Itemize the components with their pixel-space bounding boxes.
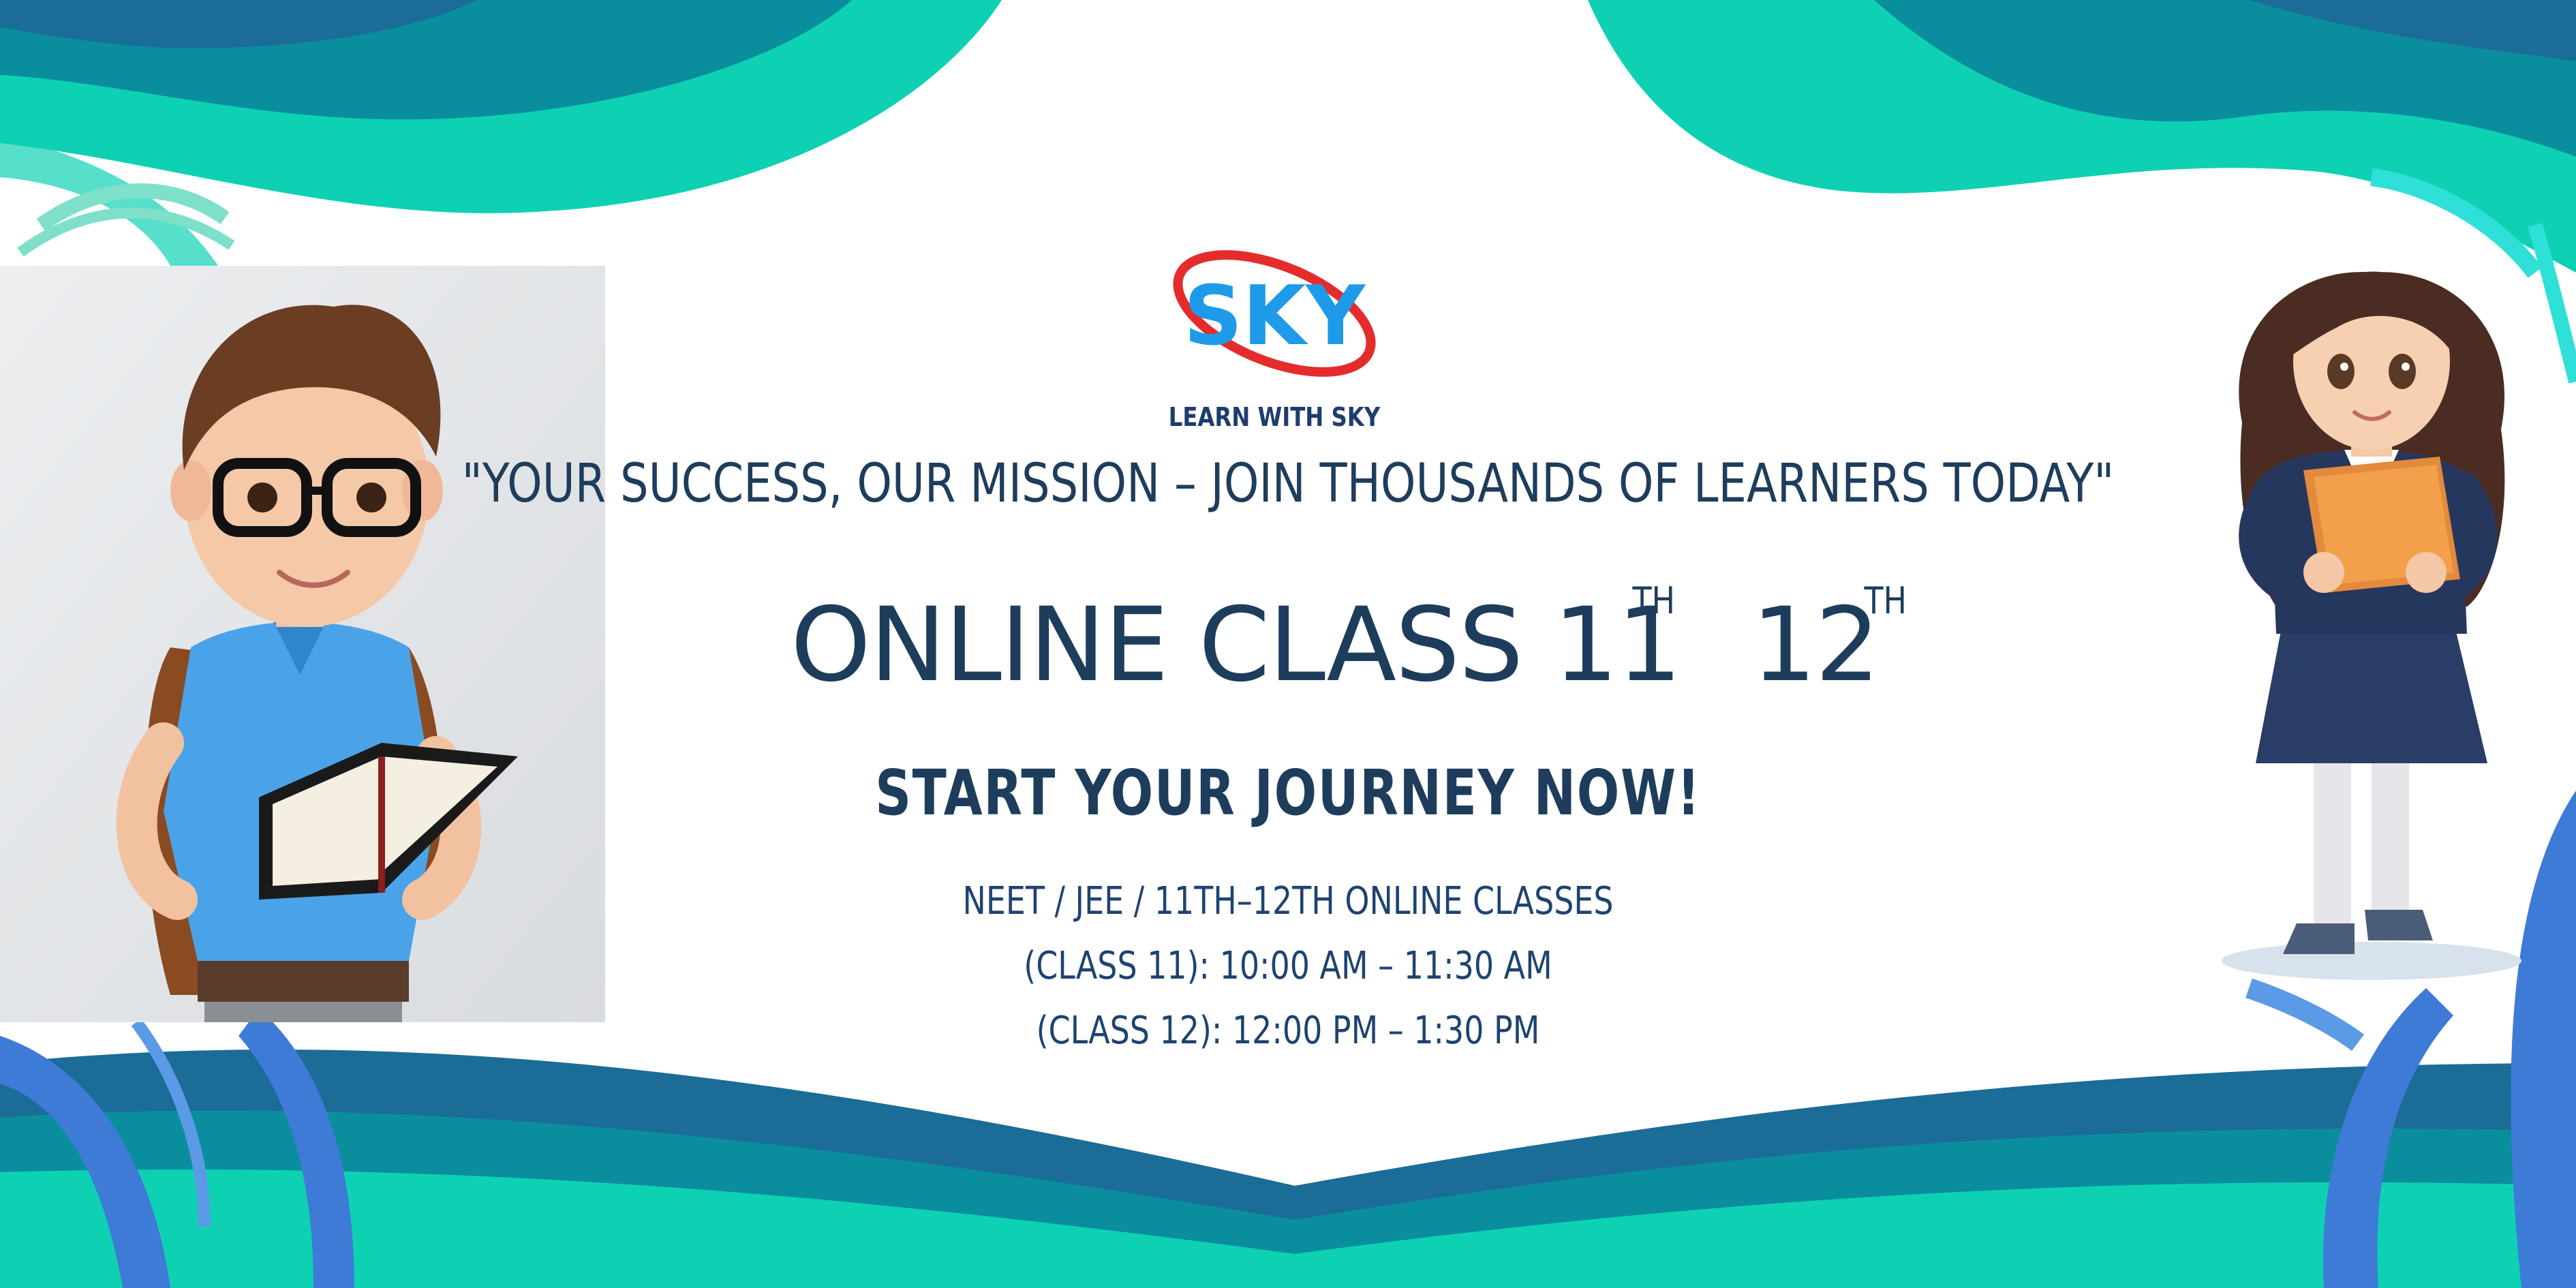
- girl-student-illustration: [2222, 271, 2521, 980]
- cta-text: START YOUR JOURNEY NOW!: [875, 756, 1701, 829]
- info-line-class-12-time: (CLASS 12): 12:00 PM – 1:30 PM: [1036, 1009, 1540, 1053]
- promo-banner: SKY LEARN WITH SKY "YOUR SUCCESS, OUR MI…: [0, 0, 2576, 1288]
- headline-class-11: ONLINE CLASS 11: [791, 586, 1682, 705]
- logo-subtitle: LEARN WITH SKY: [1168, 402, 1381, 432]
- headline-superscript-12: TH: [1864, 579, 1907, 622]
- info-line-courses: NEET / JEE / 11TH–12TH ONLINE CLASSES: [962, 879, 1614, 923]
- headline-superscript-11: TH: [1632, 579, 1676, 622]
- tagline: "YOUR SUCCESS, OUR MISSION – JOIN THOUSA…: [461, 453, 2115, 515]
- logo-wordmark: SKY: [1184, 269, 1366, 364]
- headline-class-12: 12: [1751, 586, 1880, 705]
- info-line-class-11-time: (CLASS 11): 10:00 AM – 11:30 AM: [1024, 944, 1552, 988]
- headline: ONLINE CLASS 11 TH 12 TH: [791, 579, 1949, 722]
